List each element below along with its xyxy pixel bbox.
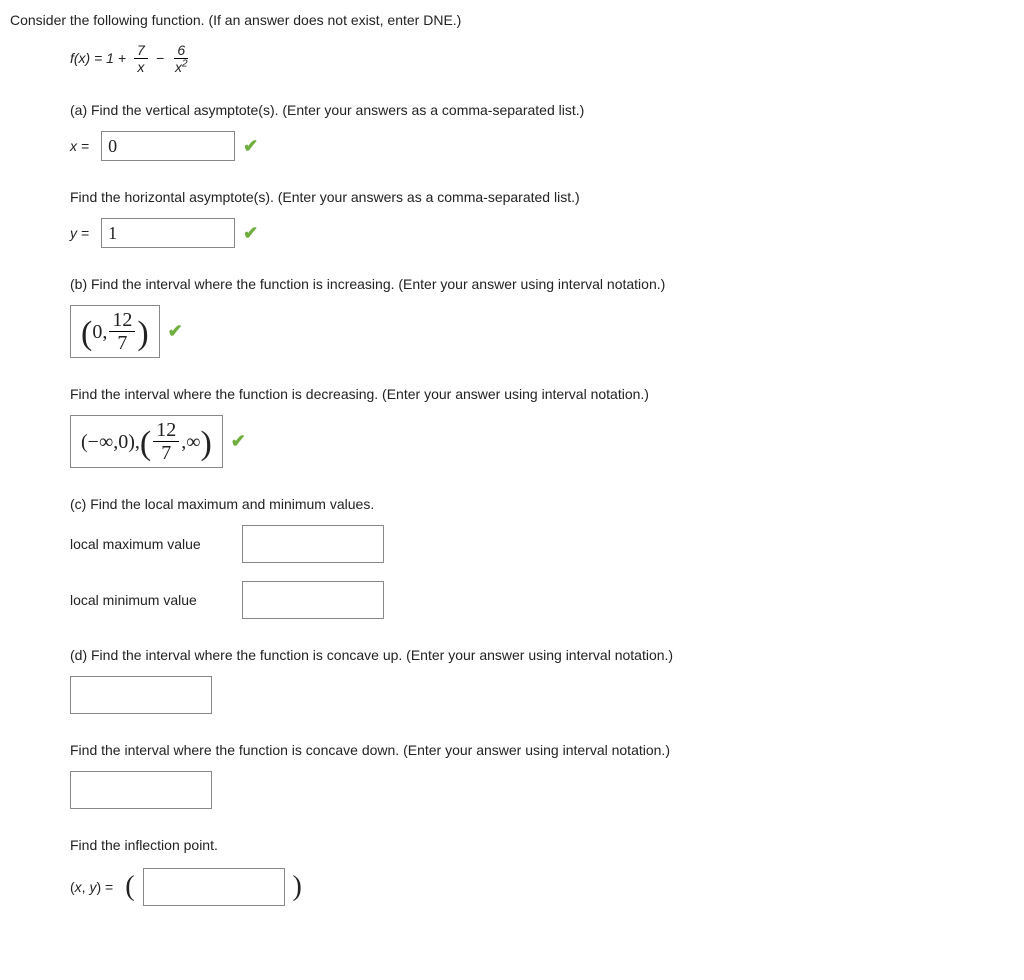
part-a-vertical-prompt: (a) Find the vertical asymptote(s). (Ent… <box>70 100 1014 121</box>
vertical-asymptote-input[interactable]: 0 <box>101 131 235 161</box>
part-c-prompt: (c) Find the local maximum and minimum v… <box>70 494 1014 515</box>
check-icon: ✔ <box>168 318 183 345</box>
tuple-close-paren: ) <box>293 866 302 908</box>
check-icon: ✔ <box>243 220 258 247</box>
tuple-open-paren: ( <box>125 866 134 908</box>
local-max-input[interactable] <box>242 525 384 563</box>
part-a-horizontal-prompt: Find the horizontal asymptote(s). (Enter… <box>70 187 1014 208</box>
concave-up-input[interactable] <box>70 676 212 714</box>
part-b-increasing-prompt: (b) Find the interval where the function… <box>70 274 1014 295</box>
part-d-concave-down-prompt: Find the interval where the function is … <box>70 740 1014 761</box>
inflection-point-input[interactable] <box>143 868 285 906</box>
part-b-decreasing-prompt: Find the interval where the function is … <box>70 384 1014 405</box>
local-min-input[interactable] <box>242 581 384 619</box>
part-d-concave-up-prompt: (d) Find the interval where the function… <box>70 645 1014 666</box>
check-icon: ✔ <box>243 133 258 160</box>
intro-text: Consider the following function. (If an … <box>10 10 1014 31</box>
inflection-label: (x, y) = <box>70 877 113 898</box>
y-equals-label: y = <box>70 223 89 244</box>
horizontal-asymptote-input[interactable]: 1 <box>101 218 235 248</box>
check-icon: ✔ <box>231 428 246 455</box>
local-max-label: local maximum value <box>70 534 230 555</box>
local-min-label: local minimum value <box>70 590 230 611</box>
concave-down-input[interactable] <box>70 771 212 809</box>
x-equals-label: x = <box>70 136 89 157</box>
decreasing-interval-input[interactable]: (−∞,0), ( 12 7 ,∞ ) <box>70 415 223 468</box>
increasing-interval-input[interactable]: ( 0, 12 7 ) <box>70 305 160 358</box>
function-definition: f(x) = 1 + 7 x − 6 x2 <box>70 43 193 74</box>
inflection-prompt: Find the inflection point. <box>70 835 1014 856</box>
